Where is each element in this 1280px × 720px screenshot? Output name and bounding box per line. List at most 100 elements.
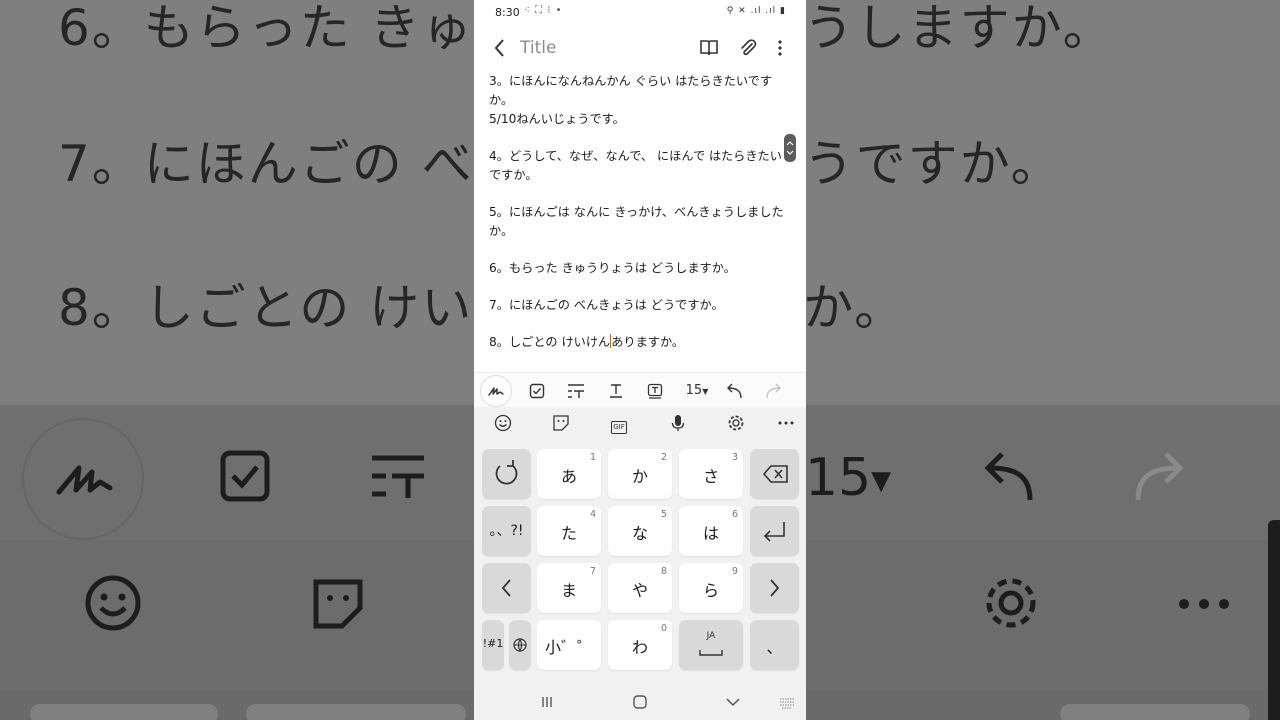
reverse-cycle-key[interactable] [482,449,531,499]
background-undo-icon [980,450,1036,506]
fast-scroll-handle[interactable] [784,134,796,162]
key-number: 7 [589,566,596,577]
gif-button[interactable]: GIF [609,414,629,434]
attach-button[interactable] [737,37,759,59]
symbols-key[interactable]: !#1 [482,620,504,670]
checkbox-icon [529,383,545,399]
key-number: 1 [589,452,596,463]
key-label: た [560,524,577,543]
background-key [30,704,218,720]
undo-icon [727,383,742,399]
keyboard-switch-button[interactable] [778,693,796,711]
note-line: 5。にほんごは なんに きっかけ、べんきょうしましたか。 [489,205,784,238]
globe-icon [513,638,527,653]
notification-icons: ⁖ ⛶ ⁝ • [524,5,563,16]
background-settings-icon [982,574,1040,636]
paragraph-style-button[interactable] [565,380,587,402]
key-sa[interactable]: さ3 [679,449,743,499]
paperclip-icon [741,39,757,56]
key-ha[interactable]: は6 [679,506,743,556]
text-format-button[interactable] [605,380,627,402]
background-scrollbar [1268,520,1280,720]
note-blank-line [489,278,785,296]
key-label: 、 [766,638,783,657]
backspace-key[interactable] [750,449,799,499]
key-label: か [631,467,648,486]
key-label: !#1 [482,637,504,650]
key-number: 2 [660,452,667,463]
enter-key[interactable] [750,506,799,556]
background-text-style-icon [370,452,426,504]
key-label: さ [702,467,719,486]
more-options-button[interactable] [769,37,791,59]
key-a[interactable]: あ1 [537,449,601,499]
text-box-button[interactable] [644,380,666,402]
note-line: 4。どうして、なぜ、なんで、 にほんで はたらきたいですか。 [489,149,782,182]
home-icon [633,695,647,709]
redo-icon [766,383,781,399]
key-label: な [631,524,648,543]
chevron-left-icon [501,579,511,597]
cursor-right-key[interactable] [750,563,799,613]
checkbox-button[interactable] [526,380,548,402]
handwriting-button[interactable] [480,375,512,407]
key-ta[interactable]: た4 [537,506,601,556]
hide-keyboard-button[interactable] [724,693,742,711]
sticker-icon [553,415,569,431]
pen-icon [488,387,504,396]
undo-cycle-icon [495,460,518,485]
note-line: 7。にほんごの べんきょうは どうですか。 [489,298,724,312]
chevron-right-icon [770,579,780,597]
dakuten-key[interactable]: 小゛゜ [537,620,601,670]
scroll-arrows-icon [786,141,794,155]
voice-input-button[interactable] [668,414,688,434]
emoji-button[interactable] [493,414,513,434]
note-title[interactable]: Title [520,38,556,58]
key-number: 4 [589,509,596,520]
punctuation-key[interactable]: 。、?! [482,506,531,556]
key-label: ま [560,581,577,600]
key-number: 3 [731,452,738,463]
redo-button[interactable] [763,380,785,402]
key-number: 5 [660,509,667,520]
language-key[interactable] [509,620,531,670]
key-number: 0 [660,623,667,634]
comma-key[interactable]: 、 [750,620,799,670]
key-label: 小゛゜ [544,638,593,657]
text-underline-icon [610,384,622,398]
system-status-icons: ⚲ ✕ .ıl .ıl ▮ [726,6,786,16]
key-label: は [702,524,719,543]
key-wa[interactable]: わ0 [608,620,672,670]
key-ka[interactable]: か2 [608,449,672,499]
font-size-button[interactable]: 15▼ [680,380,714,402]
undo-button[interactable] [723,380,745,402]
space-key[interactable]: JA [679,620,743,670]
keyboard-more-button[interactable] [776,414,796,434]
key-label: わ [631,638,648,657]
note-line: 6。もらった きゅうりょうは どうしますか。 [489,261,736,275]
current-line-before-cursor: 8。しごとの けいけん [489,335,611,349]
key-ra[interactable]: ら9 [679,563,743,613]
key-ya[interactable]: や8 [608,563,672,613]
microphone-icon [671,415,685,431]
key-ma[interactable]: ま7 [537,563,601,613]
sticker-button[interactable] [551,414,571,434]
home-button[interactable] [631,693,649,711]
background-sticker-icon [310,576,366,636]
note-blank-line [489,315,785,333]
key-label: あ [560,467,577,486]
note-body[interactable]: 3。にほんになんねんかん ぐらい はたらきたいですか。 5/10ねんいじょうです… [489,72,785,352]
cursor-left-key[interactable] [482,563,531,613]
phone-screen: 8:30 ⁖ ⛶ ⁝ • ⚲ ✕ .ıl .ıl ▮ Title 3。にほんにな… [474,0,806,720]
background-key [246,704,466,720]
key-na[interactable]: な5 [608,506,672,556]
navigation-bar [474,683,806,720]
key-label: ら [702,581,719,600]
keyboard-settings-button[interactable] [726,414,746,434]
font-size-value: 15 [685,383,703,398]
background-checkbox-icon [220,450,270,506]
back-button[interactable] [488,36,512,60]
key-number: 8 [660,566,667,577]
reading-mode-button[interactable] [698,37,720,59]
recent-apps-button[interactable] [538,693,556,711]
